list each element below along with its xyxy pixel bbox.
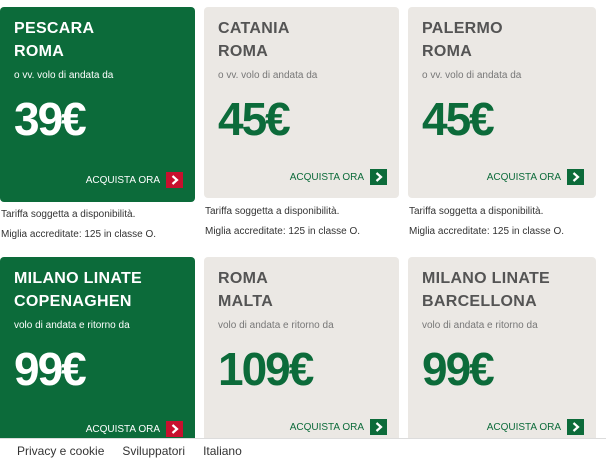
offer-card-catania-roma[interactable]: CATANIA ROMA o vv. volo di andata da 45€…	[204, 7, 399, 198]
buy-now-label: ACQUISTA ORA	[486, 171, 561, 183]
offer-subtitle: volo di andata e ritorno da	[218, 320, 334, 331]
offer-price: 45€	[218, 93, 291, 145]
miles-note: Miglia accreditate: 125 in classe O.	[409, 226, 565, 237]
offer-subtitle: volo di andata e ritorno da	[422, 320, 538, 331]
offer-card-milano-barcellona[interactable]: MILANO LINATE BARCELLONA volo di andata …	[408, 257, 596, 447]
offer-subtitle: o vv. volo di andata da	[218, 70, 318, 81]
offer-notes: Tariffa soggetta a disponibilità. Miglia…	[409, 206, 564, 246]
chevron-right-icon	[567, 419, 584, 435]
buy-now-label: ACQUISTA ORA	[85, 174, 160, 186]
offer-origin: MILANO LINATE	[14, 270, 143, 287]
offer-origin: MILANO LINATE	[422, 270, 551, 287]
offer-card-pescara-roma[interactable]: PESCARA ROMA o vv. volo di andata da 39€…	[0, 7, 195, 202]
chevron-right-icon	[370, 169, 387, 185]
chevron-right-icon	[166, 172, 183, 188]
chevron-right-icon	[370, 419, 387, 435]
offer-route: MILANO LINATE COPENAGHEN	[14, 267, 195, 313]
footer-link-developers[interactable]: Sviluppatori	[122, 444, 185, 458]
offer-price: 99€	[14, 343, 87, 395]
buy-now-button[interactable]: ACQUISTA ORA	[487, 169, 584, 185]
offer-origin: PESCARA	[14, 20, 95, 37]
buy-now-button[interactable]: ACQUISTA ORA	[86, 172, 183, 188]
offer-price: 45€	[422, 93, 495, 145]
offer-notes: Tariffa soggetta a disponibilità. Miglia…	[1, 209, 156, 249]
offer-subtitle: volo di andata e ritorno da	[14, 320, 130, 331]
buy-now-label: ACQUISTA ORA	[289, 421, 364, 433]
buy-now-label: ACQUISTA ORA	[486, 421, 561, 433]
offer-notes: Tariffa soggetta a disponibilità. Miglia…	[205, 206, 360, 246]
miles-note: Miglia accreditate: 125 in classe O.	[1, 229, 157, 240]
offer-route: PALERMO ROMA	[422, 17, 596, 63]
offer-destination: ROMA	[218, 43, 269, 60]
offer-origin: PALERMO	[422, 20, 503, 37]
buy-now-button[interactable]: ACQUISTA ORA	[290, 169, 387, 185]
offer-destination: COPENAGHEN	[14, 293, 132, 310]
buy-now-button[interactable]: ACQUISTA ORA	[290, 419, 387, 435]
offer-card-roma-malta[interactable]: ROMA MALTA volo di andata e ritorno da 1…	[204, 257, 399, 447]
offer-destination: ROMA	[14, 43, 65, 60]
offer-origin: CATANIA	[218, 20, 290, 37]
footer-link-privacy[interactable]: Privacy e cookie	[17, 444, 104, 458]
site-footer: Privacy e cookie Sviluppatori Italiano	[0, 438, 606, 462]
offer-subtitle: o vv. volo di andata da	[422, 70, 522, 81]
fare-note: Tariffa soggetta a disponibilità.	[205, 206, 340, 217]
chevron-right-icon	[166, 421, 183, 437]
offer-route: ROMA MALTA	[218, 267, 399, 313]
offer-price: 39€	[14, 93, 87, 145]
buy-now-label: ACQUISTA ORA	[85, 423, 160, 435]
offer-card-milano-copenaghen[interactable]: MILANO LINATE COPENAGHEN volo di andata …	[0, 257, 195, 447]
offer-route: PESCARA ROMA	[14, 17, 195, 63]
offer-origin: ROMA	[218, 270, 269, 287]
offer-card-palermo-roma[interactable]: PALERMO ROMA o vv. volo di andata da 45€…	[408, 7, 596, 198]
miles-note: Miglia accreditate: 125 in classe O.	[205, 226, 361, 237]
offer-subtitle: o vv. volo di andata da	[14, 70, 114, 81]
buy-now-label: ACQUISTA ORA	[289, 171, 364, 183]
offer-route: MILANO LINATE BARCELLONA	[422, 267, 596, 313]
buy-now-button[interactable]: ACQUISTA ORA	[487, 419, 584, 435]
chevron-right-icon	[567, 169, 584, 185]
fare-note: Tariffa soggetta a disponibilità.	[409, 206, 544, 217]
buy-now-button[interactable]: ACQUISTA ORA	[86, 421, 183, 437]
offer-destination: ROMA	[422, 43, 473, 60]
offer-route: CATANIA ROMA	[218, 17, 399, 63]
offer-destination: BARCELLONA	[422, 293, 537, 310]
offer-destination: MALTA	[218, 293, 274, 310]
offer-price: 99€	[422, 343, 495, 395]
offer-price: 109€	[218, 343, 314, 395]
fare-note: Tariffa soggetta a disponibilità.	[1, 209, 136, 220]
footer-link-language[interactable]: Italiano	[203, 444, 242, 458]
